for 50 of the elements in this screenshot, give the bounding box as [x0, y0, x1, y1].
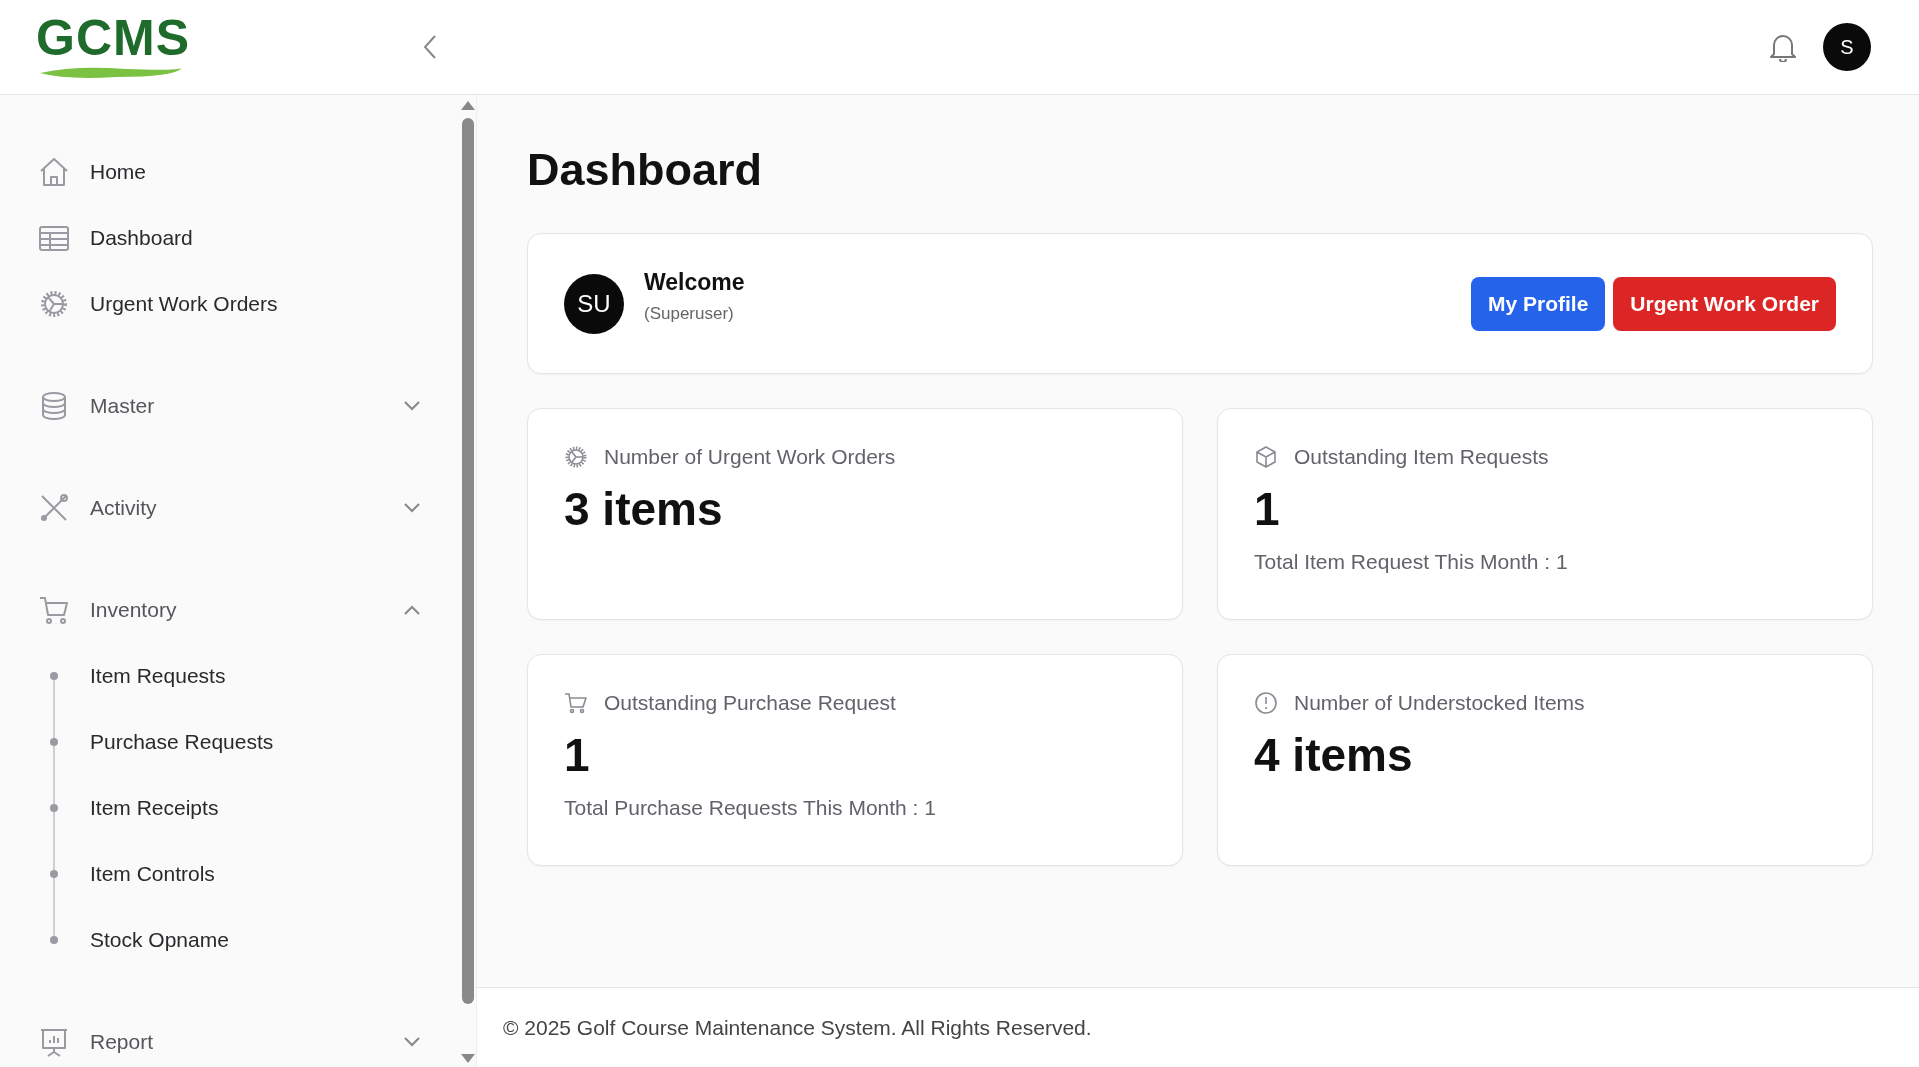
nav-group[interactable]: Inventory — [0, 577, 460, 643]
nav-item[interactable]: Urgent Work Orders — [0, 271, 460, 337]
stat-value: 3 items — [564, 483, 724, 536]
nav-group[interactable]: Activity — [0, 475, 460, 541]
cart-icon — [38, 594, 70, 626]
box-icon — [1254, 445, 1278, 469]
bullet-icon — [50, 804, 58, 812]
gear-icon — [38, 288, 70, 320]
stat-value: 4 items — [1254, 729, 1414, 782]
user-avatar: SU — [564, 273, 624, 334]
tools-icon — [38, 492, 70, 524]
home-icon — [38, 156, 70, 188]
stat-note: Total Purchase Requests This Month : 1 — [564, 795, 937, 820]
stat-value: 1 — [1254, 483, 1281, 536]
nav-item[interactable]: Home — [0, 139, 460, 205]
nav-item[interactable]: Dashboard — [0, 205, 460, 271]
stat-title: Number of Understocked Items — [1294, 691, 1585, 715]
alert-circle-icon — [1254, 691, 1278, 715]
page-title: Dashboard — [527, 143, 764, 197]
stat-title: Outstanding Item Requests — [1294, 445, 1549, 469]
bullet-icon — [50, 738, 58, 746]
bullet-icon — [50, 936, 58, 944]
nav-subitem[interactable]: Item Requests — [0, 643, 460, 709]
urgent-work-order-button[interactable]: Urgent Work Order — [1613, 276, 1836, 331]
user-avatar[interactable]: S — [1823, 23, 1871, 71]
nav-subitem[interactable]: Stock Opname — [0, 907, 460, 973]
gear-icon — [564, 445, 588, 469]
nav-group[interactable]: Master — [0, 373, 460, 439]
role-text: (Superuser) — [644, 304, 735, 324]
stat-note: Total Item Request This Month : 1 — [1254, 549, 1569, 574]
stat-title: Number of Urgent Work Orders — [604, 445, 896, 469]
presentation-chart-icon — [38, 1026, 70, 1058]
welcome-text: Welcome — [644, 269, 745, 296]
copyright-text: © 2025 Golf Course Maintenance System. All Rights Reserved. — [503, 1015, 1092, 1040]
nav-subitem[interactable]: Purchase Requests — [0, 709, 460, 775]
nav-group[interactable]: Report — [0, 1009, 460, 1067]
chevron-icon — [404, 503, 420, 513]
bell-icon[interactable] — [1769, 32, 1797, 62]
bullet-icon — [50, 870, 58, 878]
stat-title: Outstanding Purchase Request — [604, 691, 896, 715]
logo-text: GCMS — [36, 13, 190, 63]
chevron-icon — [404, 401, 420, 411]
nav-subitem[interactable]: Item Controls — [0, 841, 460, 907]
chevron-icon — [404, 1037, 420, 1047]
profile-button[interactable]: My Profile — [1471, 276, 1606, 331]
stat-value: 1 — [564, 729, 591, 782]
cart-icon — [564, 691, 588, 715]
chevron-icon — [404, 605, 420, 615]
bullet-icon — [50, 672, 58, 680]
nav-subitem[interactable]: Item Receipts — [0, 775, 460, 841]
